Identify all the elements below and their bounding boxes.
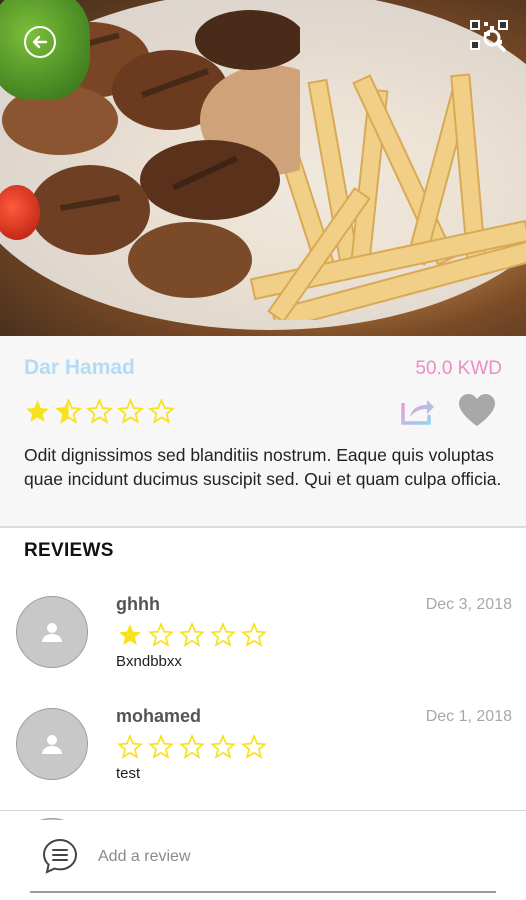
add-review-input[interactable]: Add a review xyxy=(98,848,191,866)
review-date: Dec 3, 2018 xyxy=(425,596,512,613)
add-review-bar[interactable]: Add a review xyxy=(0,820,526,900)
chat-icon xyxy=(42,838,78,874)
avatar xyxy=(16,708,88,780)
star-empty-icon xyxy=(148,398,175,424)
star-half-icon xyxy=(55,398,82,424)
star-empty-icon xyxy=(148,734,174,759)
star-empty-icon xyxy=(179,622,205,647)
star-empty-icon xyxy=(117,734,143,759)
restaurant-name: Dar Hamad xyxy=(24,356,135,379)
star-empty-icon xyxy=(210,622,236,647)
back-button[interactable] xyxy=(24,26,56,58)
review-date: Dec 1, 2018 xyxy=(425,708,512,725)
review-rating xyxy=(116,734,268,760)
reviews-heading: REVIEWS xyxy=(24,540,114,561)
star-empty-icon xyxy=(179,734,205,759)
star-full-icon xyxy=(119,624,141,645)
restaurant-price: 50.0 KWD xyxy=(415,358,502,379)
star-empty-icon xyxy=(148,622,174,647)
input-underline xyxy=(30,891,496,893)
review-text: Bxndbbxx xyxy=(116,653,182,670)
back-arrow-icon xyxy=(32,35,48,49)
review-author: mohamed xyxy=(116,706,202,726)
review-rating xyxy=(116,622,268,648)
star-empty-icon xyxy=(241,734,267,759)
star-empty-icon xyxy=(241,622,267,647)
star-empty-icon xyxy=(86,398,113,424)
star-empty-icon xyxy=(117,398,144,424)
review-item: ghhh Dec 3, 2018 Bxndbbxx xyxy=(0,586,526,699)
review-item: mohamed Dec 1, 2018 test xyxy=(0,698,526,811)
user-icon xyxy=(42,735,62,754)
avatar xyxy=(16,596,88,668)
star-empty-icon xyxy=(210,734,236,759)
qr-code-icon[interactable] xyxy=(468,18,510,52)
restaurant-description: Odit dignissimos sed blanditiis nostrum.… xyxy=(24,445,502,489)
review-author: ghhh xyxy=(116,594,160,614)
share-icon[interactable] xyxy=(400,395,436,427)
hero-food-image xyxy=(0,0,526,336)
heart-icon[interactable] xyxy=(458,393,496,427)
star-full-icon xyxy=(26,400,49,422)
review-text: test xyxy=(116,765,141,782)
user-icon xyxy=(42,623,62,642)
restaurant-rating xyxy=(24,398,175,425)
